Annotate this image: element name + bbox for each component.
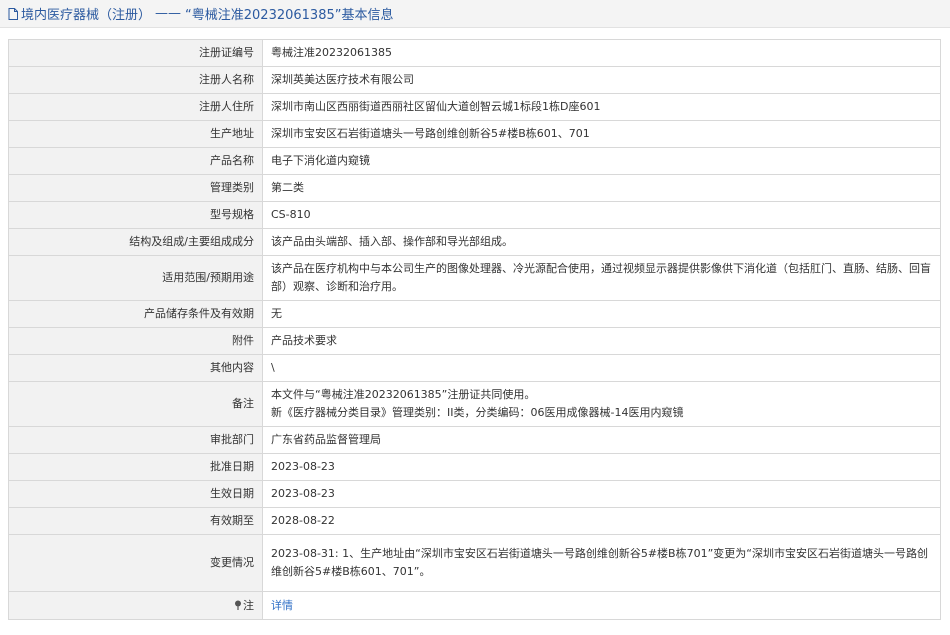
table-row: 注册证编号 粤械注准20232061385: [8, 39, 941, 67]
header-prefix: 境内医疗器械（注册）: [21, 8, 152, 23]
row-value: 2023-08-31: 1、生产地址由“深圳市宝安区石岩街道塘头一号路创维创新谷…: [262, 534, 941, 592]
row-value: 2023-08-23: [262, 453, 941, 481]
row-value: CS-810: [262, 201, 941, 229]
table-row: 注册人住所 深圳市南山区西丽街道西丽社区留仙大道创智云城1标段1栋D座601: [8, 93, 941, 121]
row-label: 生产地址: [8, 120, 263, 148]
row-value: 2023-08-23: [262, 480, 941, 508]
table-row: 注册人名称 深圳英美达医疗技术有限公司: [8, 66, 941, 94]
row-label: 审批部门: [8, 426, 263, 454]
row-value: 无: [262, 300, 941, 328]
row-label: 结构及组成/主要组成成分: [8, 228, 263, 256]
info-table: 注册证编号 粤械注准20232061385 注册人名称 深圳英美达医疗技术有限公…: [8, 39, 941, 620]
document-icon: [8, 7, 18, 20]
row-label: 型号规格: [8, 201, 263, 229]
header-dash: ——: [155, 6, 182, 21]
row-label: 管理类别: [8, 174, 263, 202]
row-label: 生效日期: [8, 480, 263, 508]
row-label: 产品名称: [8, 147, 263, 175]
row-value: 深圳市宝安区石岩街道塘头一号路创维创新谷5#楼B栋601、701: [262, 120, 941, 148]
table-row: 变更情况 2023-08-31: 1、生产地址由“深圳市宝安区石岩街道塘头一号路…: [8, 534, 941, 592]
table-row: 产品名称 电子下消化道内窥镜: [8, 147, 941, 175]
row-value: 粤械注准20232061385: [262, 39, 941, 67]
row-label: 批准日期: [8, 453, 263, 481]
info-table-wrap: 注册证编号 粤械注准20232061385 注册人名称 深圳英美达医疗技术有限公…: [8, 39, 941, 620]
details-link[interactable]: 详情: [271, 599, 293, 612]
row-label: 注册人名称: [8, 66, 263, 94]
table-row: 型号规格 CS-810: [8, 201, 941, 229]
table-row: 批准日期 2023-08-23: [8, 453, 941, 481]
row-label: 附件: [8, 327, 263, 355]
row-value-remark: 本文件与“粤械注准20232061385”注册证共同使用。 新《医疗器械分类目录…: [262, 381, 941, 427]
row-value: 广东省药品监督管理局: [262, 426, 941, 454]
row-label: 变更情况: [8, 534, 263, 592]
row-label: 注册人住所: [8, 93, 263, 121]
table-row: 适用范围/预期用途 该产品在医疗机构中与本公司生产的图像处理器、冷光源配合使用，…: [8, 255, 941, 301]
row-value: 深圳英美达医疗技术有限公司: [262, 66, 941, 94]
row-label-note: 注: [8, 591, 263, 620]
table-row: 审批部门 广东省药品监督管理局: [8, 426, 941, 454]
row-value-note: 详情: [262, 591, 941, 620]
table-row: 结构及组成/主要组成成分 该产品由头端部、插入部、操作部和导光部组成。: [8, 228, 941, 256]
row-value: 第二类: [262, 174, 941, 202]
table-row: 其他内容 \: [8, 354, 941, 382]
row-label: 适用范围/预期用途: [8, 255, 263, 301]
row-value: 深圳市南山区西丽街道西丽社区留仙大道创智云城1标段1栋D座601: [262, 93, 941, 121]
row-value: 该产品在医疗机构中与本公司生产的图像处理器、冷光源配合使用，通过视频显示器提供影…: [262, 255, 941, 301]
table-row: 产品储存条件及有效期 无: [8, 300, 941, 328]
table-row: 备注 本文件与“粤械注准20232061385”注册证共同使用。 新《医疗器械分…: [8, 381, 941, 427]
table-row: 附件 产品技术要求: [8, 327, 941, 355]
row-label: 产品储存条件及有效期: [8, 300, 263, 328]
row-value: 2028-08-22: [262, 507, 941, 535]
table-row: 有效期至 2028-08-22: [8, 507, 941, 535]
remark-line-1: 本文件与“粤械注准20232061385”注册证共同使用。: [271, 388, 536, 401]
row-label: 有效期至: [8, 507, 263, 535]
remark-line-2: 新《医疗器械分类目录》管理类别：II类，分类编码：06医用成像器械-14医用内窥…: [271, 406, 684, 419]
row-label: 其他内容: [8, 354, 263, 382]
row-value: 电子下消化道内窥镜: [262, 147, 941, 175]
table-row: 生效日期 2023-08-23: [8, 480, 941, 508]
table-row: 注 详情: [8, 591, 941, 620]
table-row: 管理类别 第二类: [8, 174, 941, 202]
pin-icon: [234, 598, 242, 610]
row-label: 备注: [8, 381, 263, 427]
row-value: 产品技术要求: [262, 327, 941, 355]
note-label: 注: [243, 598, 254, 612]
header-title: “粤械注准20232061385”基本信息: [185, 8, 394, 23]
row-value: 该产品由头端部、插入部、操作部和导光部组成。: [262, 228, 941, 256]
table-row: 生产地址 深圳市宝安区石岩街道塘头一号路创维创新谷5#楼B栋601、701: [8, 120, 941, 148]
row-label: 注册证编号: [8, 39, 263, 67]
page-header: 境内医疗器械（注册） —— “粤械注准20232061385”基本信息: [0, 0, 950, 28]
row-value: \: [262, 354, 941, 382]
